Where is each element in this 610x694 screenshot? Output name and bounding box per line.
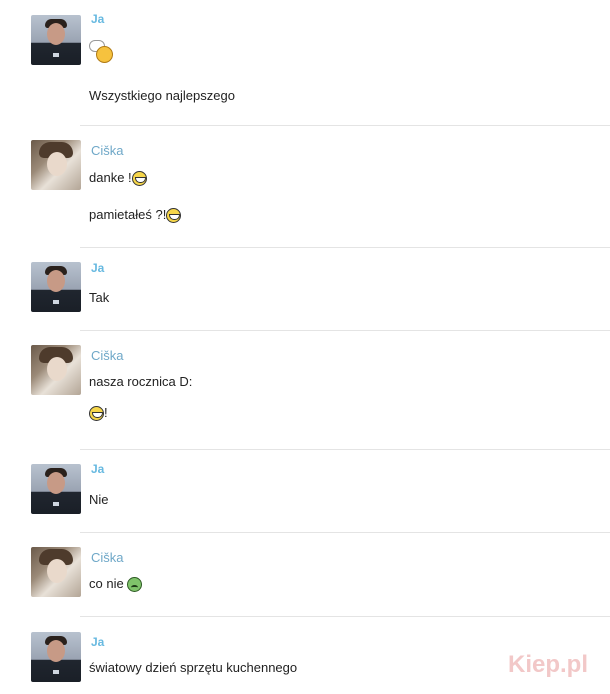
message-text: co nie <box>89 576 124 591</box>
sender-name[interactable]: Ja <box>91 261 104 275</box>
sender-name[interactable]: Ciška <box>91 550 124 565</box>
message-text: światowy dzień sprzętu kuchennego <box>89 660 298 675</box>
avatar-ciska[interactable] <box>31 547 81 597</box>
message-text: ! <box>104 405 108 420</box>
message-divider <box>80 247 610 248</box>
message-text: Tak <box>89 290 110 305</box>
message-text: pamietałeś ?! <box>89 207 167 222</box>
avatar-ja[interactable] <box>31 464 81 514</box>
message-line: ! <box>89 405 108 422</box>
message-divider <box>80 449 610 450</box>
emoticon-line <box>89 40 115 64</box>
message-text: danke ! <box>89 170 132 185</box>
grin-icon <box>89 406 104 422</box>
grin-icon <box>131 171 147 187</box>
avatar-ciska[interactable] <box>31 140 81 190</box>
sender-name[interactable]: Ja <box>91 12 104 26</box>
green-smiley-icon <box>127 577 143 593</box>
sender-name[interactable]: Ciška <box>91 348 124 363</box>
message-line: co nie <box>89 576 143 593</box>
message-text: nasza rocznica D: <box>89 374 193 389</box>
watermark-logo: Kiep.pl <box>508 651 589 678</box>
sender-name[interactable]: Ja <box>91 635 104 649</box>
message-text: Wszystkiego najlepszego <box>89 88 235 103</box>
message-text: Nie <box>89 492 109 507</box>
message-line: pamietałeś ?! <box>89 207 182 224</box>
avatar-ja[interactable] <box>31 632 81 682</box>
message-divider <box>80 532 610 533</box>
avatar-ja[interactable] <box>31 262 81 312</box>
avatar-ciska[interactable] <box>31 345 81 395</box>
wave-smiley-icon <box>89 40 115 64</box>
avatar-ja[interactable] <box>31 15 81 65</box>
grin-icon <box>166 208 182 224</box>
message-divider <box>80 125 610 126</box>
message-divider <box>80 330 610 331</box>
sender-name[interactable]: Ja <box>91 462 104 476</box>
sender-name[interactable]: Ciška <box>91 143 124 158</box>
message-divider <box>80 616 610 617</box>
message-line: danke ! <box>89 170 147 187</box>
